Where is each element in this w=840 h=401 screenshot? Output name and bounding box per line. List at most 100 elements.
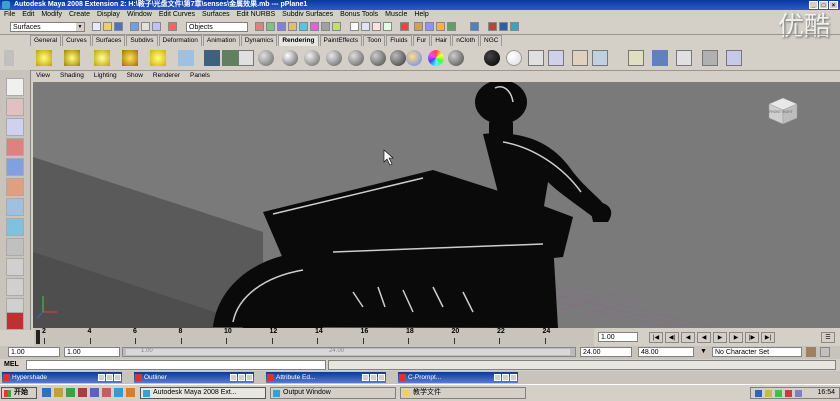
tray-app-icon[interactable]	[775, 390, 782, 397]
select-tool-icon[interactable]	[6, 78, 24, 96]
last-tool-icon[interactable]	[6, 312, 24, 330]
close-button[interactable]	[114, 374, 121, 381]
render-icon[interactable]	[572, 50, 588, 66]
viewport-menu-lighting[interactable]: Lighting	[94, 71, 117, 81]
selection-mode-field[interactable]: Objects	[186, 22, 248, 32]
area-light-icon[interactable]	[150, 50, 166, 66]
tab-fur[interactable]: Fur	[412, 35, 431, 46]
menu-file[interactable]: File	[4, 10, 15, 20]
auto-key-icon[interactable]	[820, 347, 830, 357]
tab-deformation[interactable]: Deformation	[158, 35, 202, 46]
render-current-icon[interactable]	[425, 22, 434, 31]
render-view-icon[interactable]	[238, 50, 254, 66]
select-handle-icon[interactable]	[255, 22, 264, 31]
menu-window[interactable]: Window	[127, 10, 152, 20]
quicklaunch-icon[interactable]	[78, 388, 87, 397]
task-maya[interactable]: Autodesk Maya 2008 Ext...	[140, 387, 266, 399]
perspective-viewport[interactable]: FRONT RIGHT	[33, 82, 840, 328]
quicklaunch-icon[interactable]	[126, 388, 135, 397]
open-scene-icon[interactable]	[103, 22, 112, 31]
use-background-icon[interactable]	[484, 50, 500, 66]
tab-painteffects[interactable]: PaintEffects	[319, 35, 363, 46]
step-back-frame-icon[interactable]: ◀	[681, 332, 695, 343]
phong-material-icon[interactable]	[304, 50, 320, 66]
menu-subdiv-surfaces[interactable]: Subdiv Surfaces	[282, 10, 333, 20]
new-scene-icon[interactable]	[92, 22, 101, 31]
maximize-button[interactable]	[238, 374, 245, 381]
attribute-editor-icon[interactable]	[488, 22, 497, 31]
select-deformer-icon[interactable]	[299, 22, 308, 31]
tab-subdivs[interactable]: Subdivs	[126, 35, 158, 46]
single-pane-layout-icon[interactable]	[6, 258, 24, 276]
select-curve-icon[interactable]	[277, 22, 286, 31]
ie-quicklaunch-icon[interactable]	[42, 388, 51, 397]
task-output-window[interactable]: Output Window	[270, 387, 396, 399]
paint-select-icon[interactable]	[6, 118, 24, 136]
tab-ncloth[interactable]: nCloth	[452, 35, 480, 46]
phonge-material-icon[interactable]	[326, 50, 342, 66]
snap-view-plane-icon[interactable]	[383, 22, 392, 31]
tab-toon[interactable]: Toon	[363, 35, 386, 46]
viewport-menu-shading[interactable]: Shading	[60, 71, 84, 81]
close-button[interactable]: ×	[829, 1, 838, 9]
menu-display[interactable]: Display	[97, 10, 120, 20]
select-hierarchy-icon[interactable]	[130, 22, 139, 31]
tab-rendering[interactable]: Rendering	[278, 35, 319, 46]
step-back-key-icon[interactable]: ◀|	[665, 332, 679, 343]
shelf-menu-icon[interactable]	[4, 50, 14, 66]
anisotropic-material-icon[interactable]	[348, 50, 364, 66]
close-button[interactable]	[510, 374, 517, 381]
maximize-button[interactable]	[502, 374, 509, 381]
display-layer-icon[interactable]	[702, 50, 718, 66]
range-slider-handle[interactable]	[126, 349, 570, 355]
minimized-outliner[interactable]: Outliner	[134, 372, 254, 383]
network-icon[interactable]	[755, 390, 762, 397]
texture-editor-icon[interactable]	[652, 50, 668, 66]
menu-bonus-tools[interactable]: Bonus Tools	[340, 10, 378, 20]
soft-modification-icon[interactable]	[6, 218, 24, 236]
viewport-menu-renderer[interactable]: Renderer	[153, 71, 180, 81]
menu-edit-curves[interactable]: Edit Curves	[159, 10, 195, 20]
tray-app-icon[interactable]	[795, 390, 802, 397]
menu-create[interactable]: Create	[69, 10, 90, 20]
select-object-icon[interactable]	[141, 22, 150, 31]
tab-fluids[interactable]: Fluids	[386, 35, 412, 46]
character-set-field[interactable]: No Character Set	[712, 347, 802, 357]
viewport-menu-show[interactable]: Show	[127, 71, 143, 81]
restore-button[interactable]	[230, 374, 237, 381]
quicklaunch-icon[interactable]	[66, 388, 75, 397]
select-dynamics-icon[interactable]	[310, 22, 319, 31]
current-frame-field[interactable]: 1.00	[598, 332, 638, 342]
four-pane-layout-icon[interactable]	[6, 278, 24, 296]
surface-shader-icon[interactable]	[390, 50, 406, 66]
minimized-attribute-editor[interactable]: Attribute Ed...	[266, 372, 386, 383]
tab-animation[interactable]: Animation	[202, 35, 240, 46]
blinn-material-icon[interactable]	[282, 50, 298, 66]
menu-edit-nurbs[interactable]: Edit NURBS	[237, 10, 276, 20]
layered-shader-icon[interactable]	[370, 50, 386, 66]
tab-curves[interactable]: Curves	[62, 35, 91, 46]
range-slider[interactable]: 1.00 24.00	[122, 347, 576, 357]
mask-icon[interactable]	[168, 22, 177, 31]
scale-tool-icon[interactable]	[6, 178, 24, 196]
move-tool-icon[interactable]	[6, 138, 24, 156]
rotate-tool-icon[interactable]	[6, 158, 24, 176]
key-icon[interactable]	[806, 347, 816, 357]
viewport-menu-panels[interactable]: Panels	[190, 71, 210, 81]
select-misc-icon[interactable]	[332, 22, 341, 31]
step-forward-key-icon[interactable]: |▶	[745, 332, 759, 343]
go-to-end-icon[interactable]: ▶|	[761, 332, 775, 343]
end-range-field[interactable]: 24.00	[580, 347, 632, 357]
channel-box-icon[interactable]	[510, 22, 519, 31]
end-time-field[interactable]: 48.00	[638, 347, 694, 357]
tray-app-icon[interactable]	[785, 390, 792, 397]
menuset-dropdown[interactable]: Surfaces ▼	[10, 22, 85, 32]
start-time-field[interactable]: 1.00	[8, 347, 60, 357]
go-to-start-icon[interactable]: |◀	[649, 332, 663, 343]
select-surface-icon[interactable]	[288, 22, 297, 31]
batch-render-icon[interactable]	[628, 50, 644, 66]
tab-surfaces[interactable]: Surfaces	[91, 35, 126, 46]
close-button[interactable]	[378, 374, 385, 381]
step-forward-frame-icon[interactable]: ▶	[729, 332, 743, 343]
hypershade-icon[interactable]	[548, 50, 564, 66]
